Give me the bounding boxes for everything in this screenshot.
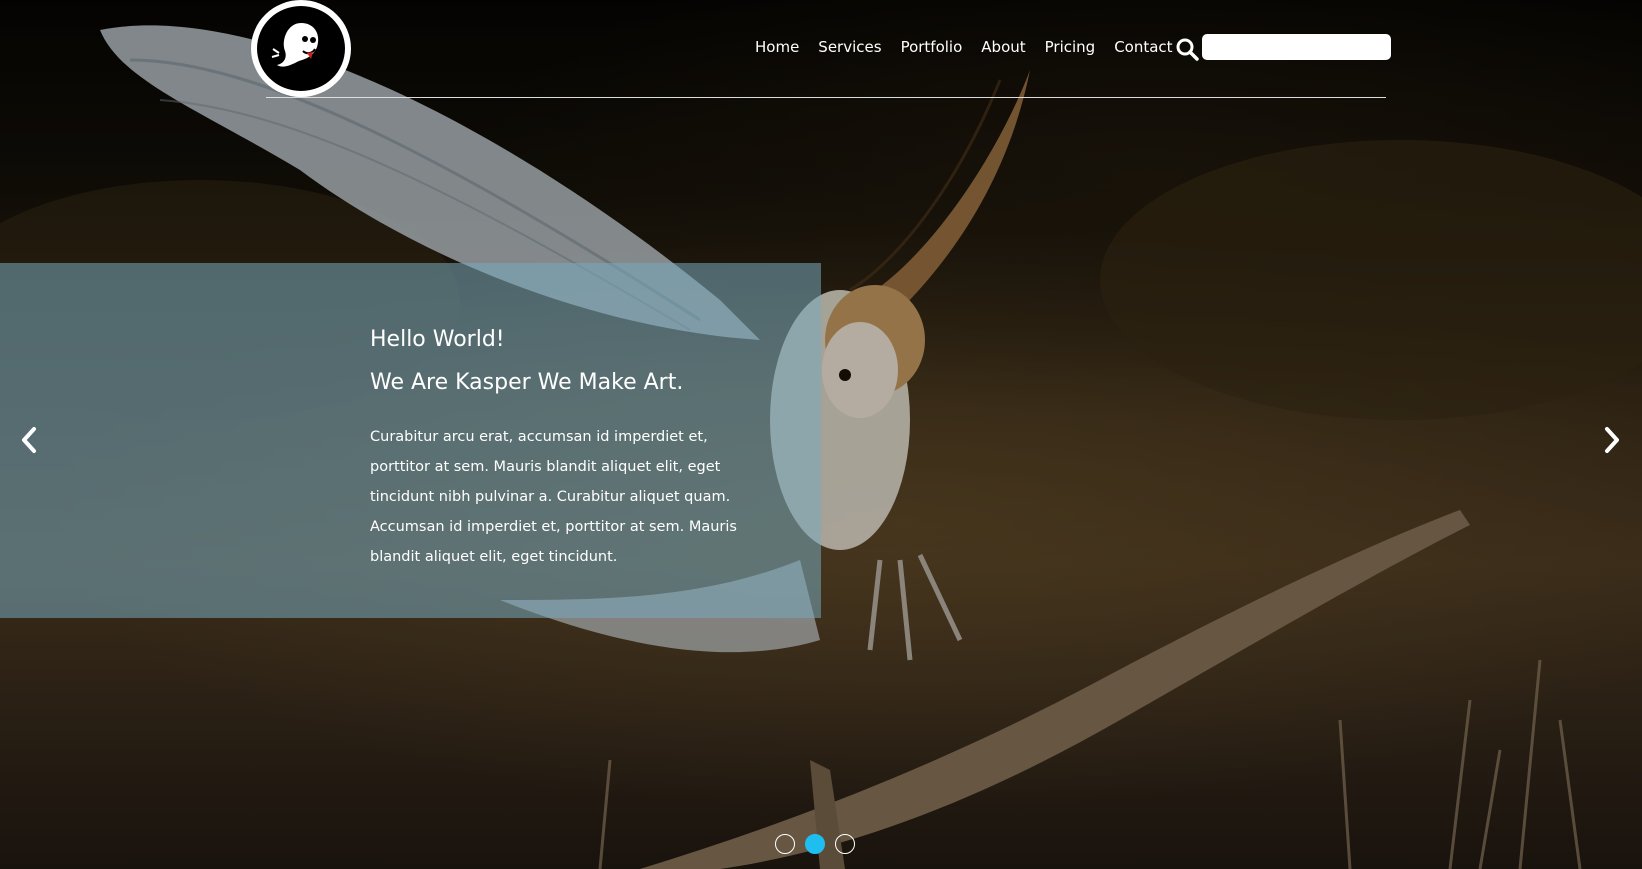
slide-heading-2: We Are Kasper We Make Art. — [370, 370, 684, 395]
slide-body-text: Curabitur arcu erat, accumsan id imperdi… — [370, 429, 737, 565]
main-nav: Home Services Portfolio About Pricing Co… — [755, 36, 1192, 58]
nav-services[interactable]: Services — [818, 36, 881, 58]
chevron-right-icon — [1605, 427, 1619, 453]
nav-pricing[interactable]: Pricing — [1045, 36, 1096, 58]
carousel-next-button[interactable] — [1597, 425, 1627, 455]
carousel-indicator-3[interactable] — [835, 834, 855, 854]
carousel-indicator-2[interactable] — [805, 834, 825, 854]
nav-about[interactable]: About — [981, 36, 1025, 58]
nav-home[interactable]: Home — [755, 36, 799, 58]
nav-portfolio[interactable]: Portfolio — [901, 36, 963, 58]
carousel-indicator-1[interactable] — [775, 834, 795, 854]
ghost-logo-icon — [271, 22, 319, 67]
search-input[interactable] — [1202, 34, 1391, 60]
nav-contact[interactable]: Contact — [1114, 36, 1172, 58]
slide-heading-1: Hello World! — [370, 327, 505, 352]
slide-caption: Hello World! We Are Kasper We Make Art. … — [370, 318, 770, 572]
carousel-prev-button[interactable] — [14, 425, 44, 455]
site-logo[interactable] — [251, 0, 351, 97]
search-icon[interactable] — [1175, 37, 1199, 61]
header-divider — [266, 97, 1386, 98]
site-header: Home Services Portfolio About Pricing Co… — [0, 0, 1642, 100]
chevron-left-icon — [22, 427, 36, 453]
carousel-indicators — [775, 834, 855, 854]
